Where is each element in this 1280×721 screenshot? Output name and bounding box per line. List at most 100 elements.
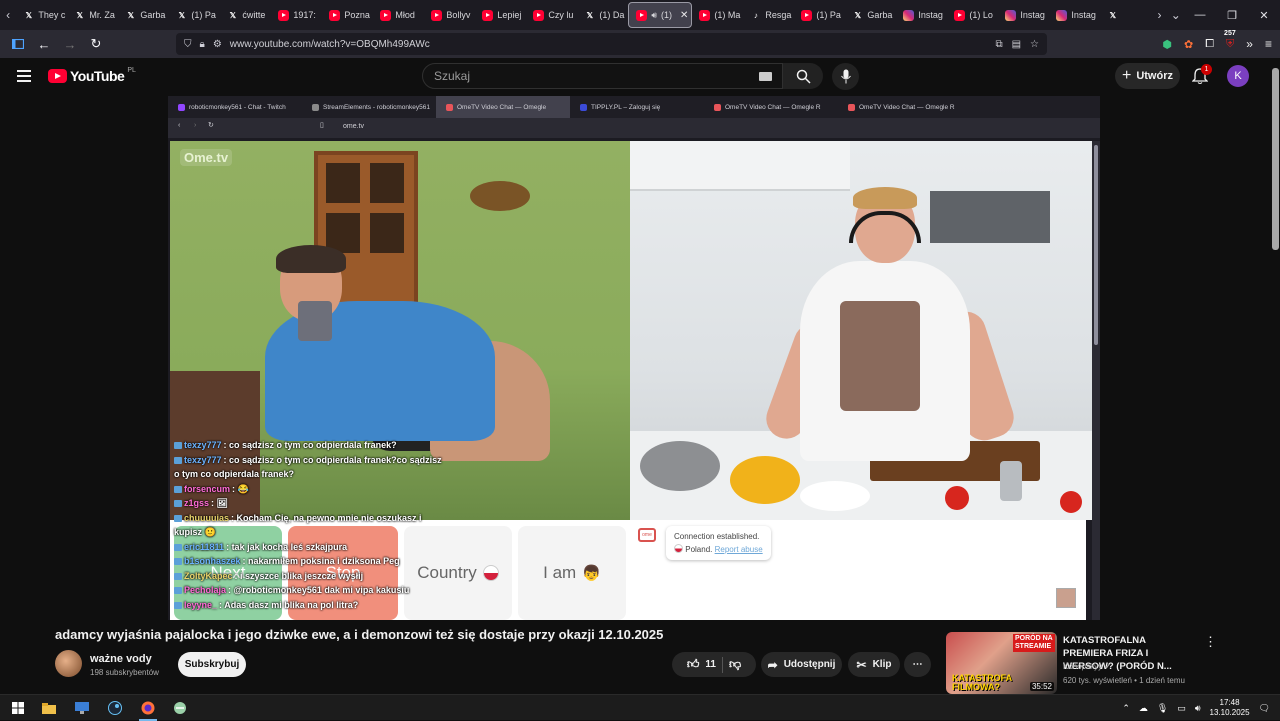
youtube-logo[interactable]: YouTube PL [48,67,136,84]
firefox-icon[interactable] [140,700,156,716]
browser-tab[interactable]: (1) Lo [947,2,998,28]
create-button[interactable]: + Utwórz [1115,63,1180,89]
tab-favicon-icon [178,103,185,111]
windows-start-icon[interactable] [10,700,26,716]
i-am-button[interactable]: I am 👦 [518,526,626,620]
more-tools-icon[interactable]: » [1246,37,1253,51]
shield-icon[interactable]: ⛉ [184,39,192,50]
file-explorer-icon[interactable] [41,700,57,716]
browser-tab[interactable]: 1917: [271,2,322,28]
account-avatar[interactable]: K [1227,65,1249,87]
connection-status-text: Connection established. [674,532,760,541]
back-button[interactable]: ← [32,32,56,56]
recommended-channel[interactable]: Konopskyy ✔ [1063,662,1111,671]
reload-button[interactable]: ↻ [84,32,108,56]
browser-tab[interactable]: Młod [373,2,424,28]
notification-center-icon[interactable]: 🗨︎ [1259,703,1270,714]
browser-tab[interactable]: ♪ Resga [743,2,794,28]
sidebar-toggle-icon[interactable] [6,32,30,56]
search-icon [796,69,811,84]
voice-search-button[interactable] [832,63,859,90]
browser-tab[interactable]: 🔊︎ (1) ✕ [628,2,693,28]
browser-tab[interactable]: Pozna [322,2,373,28]
fox-extension-icon[interactable]: ✿ [1184,38,1193,51]
browser-tab[interactable]: (1) Pa [794,2,845,28]
dislike-button[interactable]: 👎︎ [729,657,741,672]
close-window-button[interactable]: ✕ [1248,9,1280,22]
chat-text: 😂 [237,483,249,494]
tab-list-dropdown-button[interactable]: ⌄ [1168,0,1184,30]
steam-icon[interactable] [107,700,123,716]
browser-tab[interactable]: Instag [1049,2,1100,28]
subscribe-button[interactable]: Subskrybuj [178,652,246,677]
vpn-extension-icon[interactable]: ⬢ [1162,38,1172,51]
bookmark-star-icon[interactable]: ☆ [1030,39,1039,50]
chat-badge-icon [174,572,182,580]
browser-tab[interactable]: 𝕏 Mr. Za [67,2,118,28]
speaker-icon[interactable]: 🔊︎ [651,10,657,21]
search-input[interactable]: Szukaj [422,63,783,89]
ublock-extension-icon[interactable]: ⛨ 257 [1224,30,1236,51]
permissions-icon[interactable]: ⚙︎ [213,39,222,50]
browser-tab[interactable]: 𝕏ćwitte [220,2,271,28]
chat-text: co sądzisz o tym co odpierdala franek? [229,440,397,450]
browser-tab[interactable]: Instag [998,2,1049,28]
browser-tab[interactable]: 𝕏 [1100,2,1151,28]
tab-scroll-right-button[interactable]: › [1151,0,1167,30]
browser-tab[interactable]: 𝕏 Garba [845,2,896,28]
notifications-button[interactable]: 1 [1191,64,1212,85]
extensions-puzzle-icon[interactable]: ⧠ [1205,38,1214,51]
browser-tab[interactable]: Lepiej [475,2,526,28]
page-scrollbar[interactable] [1270,58,1280,694]
chat-text: @roboticmonkey561 dak mi vipa kakusiu [233,585,410,595]
browser-tab[interactable]: Instag [896,2,947,28]
forward-button[interactable]: → [58,32,82,56]
clip-button[interactable]: ✂ Klip [848,652,900,677]
tray-overflow-icon[interactable]: ⌃ [1122,703,1130,714]
url-bar[interactable]: ⛉ 🔒︎ ⚙︎ www.youtube.com/watch?v=OBQMh499… [176,33,1047,55]
instagram-icon [903,9,915,21]
picture-in-picture-icon[interactable]: ⧉ [995,39,1002,50]
reader-view-icon[interactable]: ▤ [1012,39,1021,50]
remote-desktop-icon[interactable] [74,700,90,716]
keyboard-icon[interactable] [759,72,772,81]
app-icon[interactable] [172,700,188,716]
lock-icon[interactable]: 🔒︎ [200,39,205,50]
browser-tab[interactable]: 𝕏 (1) Pa [169,2,220,28]
browser-tabs: 𝕏 They c 𝕏 Mr. Za 𝕏 Garba 𝕏 (1) Pa 𝕏ćwitte 1917: P… [16,0,1151,30]
report-abuse-link[interactable]: Report abuse [715,545,763,554]
browser-tab-label: (1) Pa [191,10,216,20]
close-tab-icon[interactable]: ✕ [680,10,688,21]
youtube-icon [431,9,443,21]
more-actions-button[interactable]: ⋯ [904,652,931,677]
browser-tab[interactable]: 𝕏 (1) Da [577,2,628,28]
volume-icon[interactable]: 🔊︎ [1195,703,1201,714]
browser-tab-label: Pozna [344,10,370,20]
chat-message: texzy777: co sądzisz o tym co odpierdala… [174,438,474,453]
cloud-icon[interactable]: ☁ [1139,703,1148,714]
browser-tab[interactable]: (1) Ma [692,2,743,28]
network-icon[interactable]: ▭ [1177,703,1186,714]
browser-tab[interactable]: 𝕏 They c [16,2,67,28]
hamburger-menu-icon[interactable] [17,70,31,82]
restore-button[interactable]: ❐ [1216,9,1248,22]
stream-browser-tab: TIPPLY.PL – Zaloguj się [570,96,704,118]
channel-avatar[interactable] [55,650,82,677]
video-player[interactable]: roboticmonkey561 - Chat - Twitch StreamEl… [168,96,1100,620]
search-button[interactable] [783,63,823,89]
browser-tab[interactable]: 𝕏 Garba [118,2,169,28]
minimize-button[interactable]: — [1184,9,1216,22]
tab-scroll-left-button[interactable]: ‹ [0,0,16,30]
recommended-more-icon[interactable]: ⋮ [1204,634,1217,650]
instagram-icon [1005,9,1017,21]
url-text[interactable]: www.youtube.com/watch?v=OBQMh499AWc [230,39,430,50]
recommended-video-thumbnail[interactable]: PORÓD NA STREAMIE KATASTROFA FILMOWA? 35… [946,632,1057,694]
share-button[interactable]: ➦ Udostępnij [761,652,842,677]
clock[interactable]: 17:48 13.10.2025 [1210,698,1250,718]
app-menu-icon[interactable]: ≡ [1265,37,1272,51]
browser-tab[interactable]: Bollyv [424,2,475,28]
channel-name[interactable]: ważne vody [90,653,152,665]
like-button[interactable]: 👍︎ 11 [687,657,716,672]
browser-tab[interactable]: Czy lu [526,2,577,28]
microphone-tray-icon[interactable]: 🎙︎ [1157,703,1168,714]
